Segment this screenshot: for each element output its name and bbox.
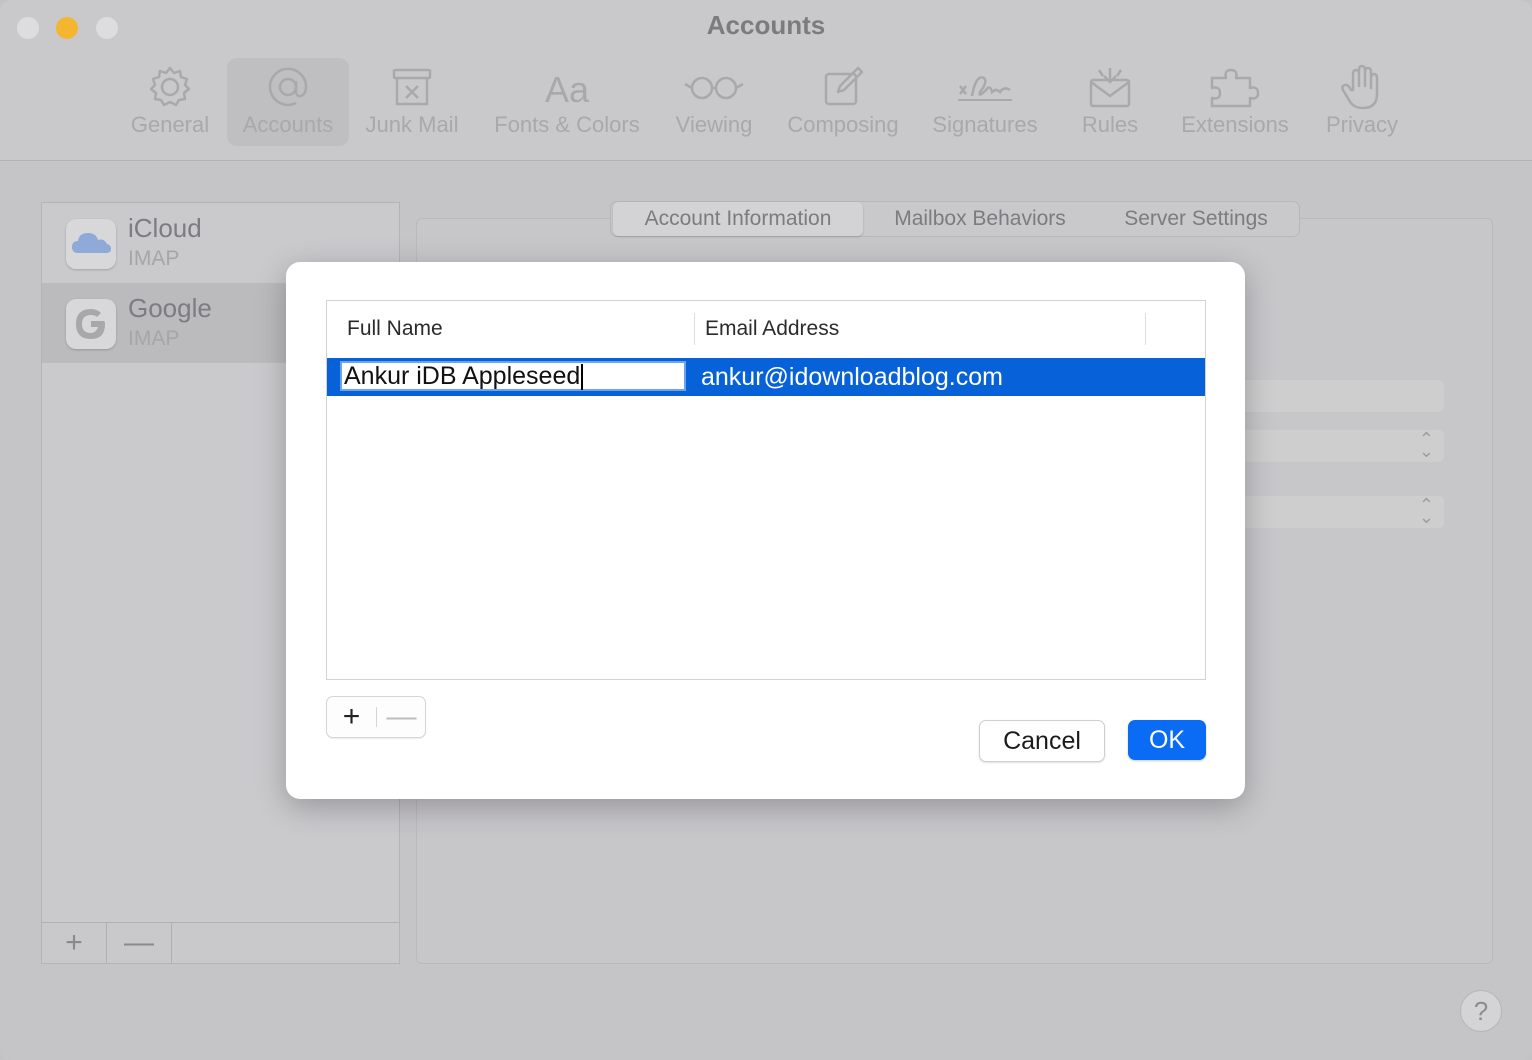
account-name: Google: [128, 293, 212, 323]
background-popup-2[interactable]: ⌃ ⌄: [1240, 496, 1444, 528]
toolbar-junk-mail[interactable]: Junk Mail: [356, 58, 468, 146]
full-name-value: Ankur iDB Appleseed: [344, 362, 581, 390]
add-remove-control: + —: [326, 696, 426, 738]
toolbar-composing[interactable]: Composing: [780, 58, 906, 146]
compose-icon: [824, 66, 864, 106]
toolbar-signatures-label: Signatures: [932, 112, 1038, 137]
add-account-button[interactable]: +: [42, 923, 107, 963]
sidebar-footer: + —: [42, 922, 399, 963]
updown-icon: ⌃ ⌄: [1418, 429, 1434, 461]
aliases-table: Full Name Email Address Ankur iDB Apples…: [326, 300, 1206, 680]
junk-mail-icon: [392, 68, 432, 106]
remove-alias-button[interactable]: —: [377, 697, 426, 737]
toolbar-rules[interactable]: Rules: [1068, 58, 1152, 146]
toolbar-viewing-label: Viewing: [675, 112, 753, 137]
background-popup-1[interactable]: ⌃ ⌄: [1240, 430, 1444, 462]
column-divider: [1145, 313, 1146, 345]
window-title: Accounts: [706, 10, 826, 40]
toolbar-extensions[interactable]: Extensions: [1172, 58, 1298, 146]
text-caret: [581, 364, 584, 391]
rules-icon: [1089, 68, 1131, 108]
email-aliases-dialog: Full Name Email Address Ankur iDB Apples…: [286, 262, 1245, 799]
account-tabs: Account Information Mailbox Behaviors Se…: [610, 201, 1300, 237]
account-name: iCloud: [128, 213, 202, 243]
cancel-button[interactable]: Cancel: [979, 720, 1105, 762]
background-text-field[interactable]: [1240, 380, 1444, 412]
email-address-cell: ankur@idownloadblog.com: [701, 363, 1003, 391]
toolbar-privacy[interactable]: Privacy: [1318, 58, 1406, 146]
glasses-icon: [684, 76, 744, 100]
account-type: IMAP: [128, 247, 180, 270]
account-type: IMAP: [128, 327, 180, 350]
hand-icon: [1341, 64, 1379, 110]
signature-icon: [958, 76, 1012, 101]
toolbar-extensions-label: Extensions: [1181, 112, 1289, 137]
toolbar-fonts-colors-label: Fonts & Colors: [494, 112, 640, 137]
updown-icon: ⌃ ⌄: [1418, 495, 1434, 527]
toolbar-accounts-label: Accounts: [242, 112, 334, 137]
toolbar-viewing[interactable]: Viewing: [668, 58, 760, 146]
tab-account-information[interactable]: Account Information: [613, 202, 863, 236]
google-icon: [66, 299, 116, 349]
toolbar-composing-label: Composing: [787, 112, 899, 137]
fonts-icon: Aa: [545, 69, 590, 110]
tab-server-settings[interactable]: Server Settings: [1097, 202, 1295, 236]
toolbar-rules-label: Rules: [1081, 112, 1139, 137]
at-icon: [268, 67, 308, 107]
toolbar-general[interactable]: General: [118, 58, 222, 146]
table-row[interactable]: Ankur iDB Appleseed ankur@idownloadblog.…: [327, 358, 1205, 396]
puzzle-icon: [1210, 68, 1260, 108]
column-divider: [694, 313, 695, 345]
toolbar-signatures[interactable]: Signatures: [925, 58, 1045, 146]
toolbar-privacy-label: Privacy: [1325, 112, 1399, 137]
help-button[interactable]: ?: [1460, 990, 1502, 1032]
svg-text:Aa: Aa: [545, 69, 590, 110]
toolbar-junk-mail-label: Junk Mail: [365, 112, 459, 137]
toolbar-general-label: General: [130, 112, 210, 137]
ok-button[interactable]: OK: [1128, 720, 1206, 760]
toolbar-accounts[interactable]: Accounts: [227, 58, 349, 146]
mail-preferences-window: Accounts General Accounts Junk Mail Aa F…: [0, 0, 1532, 1060]
title-bar: Accounts General Accounts Junk Mail Aa F…: [0, 0, 1532, 161]
full-name-field[interactable]: Ankur iDB Appleseed: [340, 361, 686, 391]
remove-account-button[interactable]: —: [107, 923, 172, 963]
gear-icon: [149, 66, 191, 107]
tab-mailbox-behaviors[interactable]: Mailbox Behaviors: [867, 202, 1093, 236]
add-alias-button[interactable]: +: [327, 697, 376, 737]
column-header-full-name[interactable]: Full Name: [347, 301, 443, 357]
toolbar-fonts-colors[interactable]: Aa Fonts & Colors: [484, 58, 650, 146]
column-header-email[interactable]: Email Address: [705, 301, 839, 357]
icloud-icon: [66, 219, 116, 269]
